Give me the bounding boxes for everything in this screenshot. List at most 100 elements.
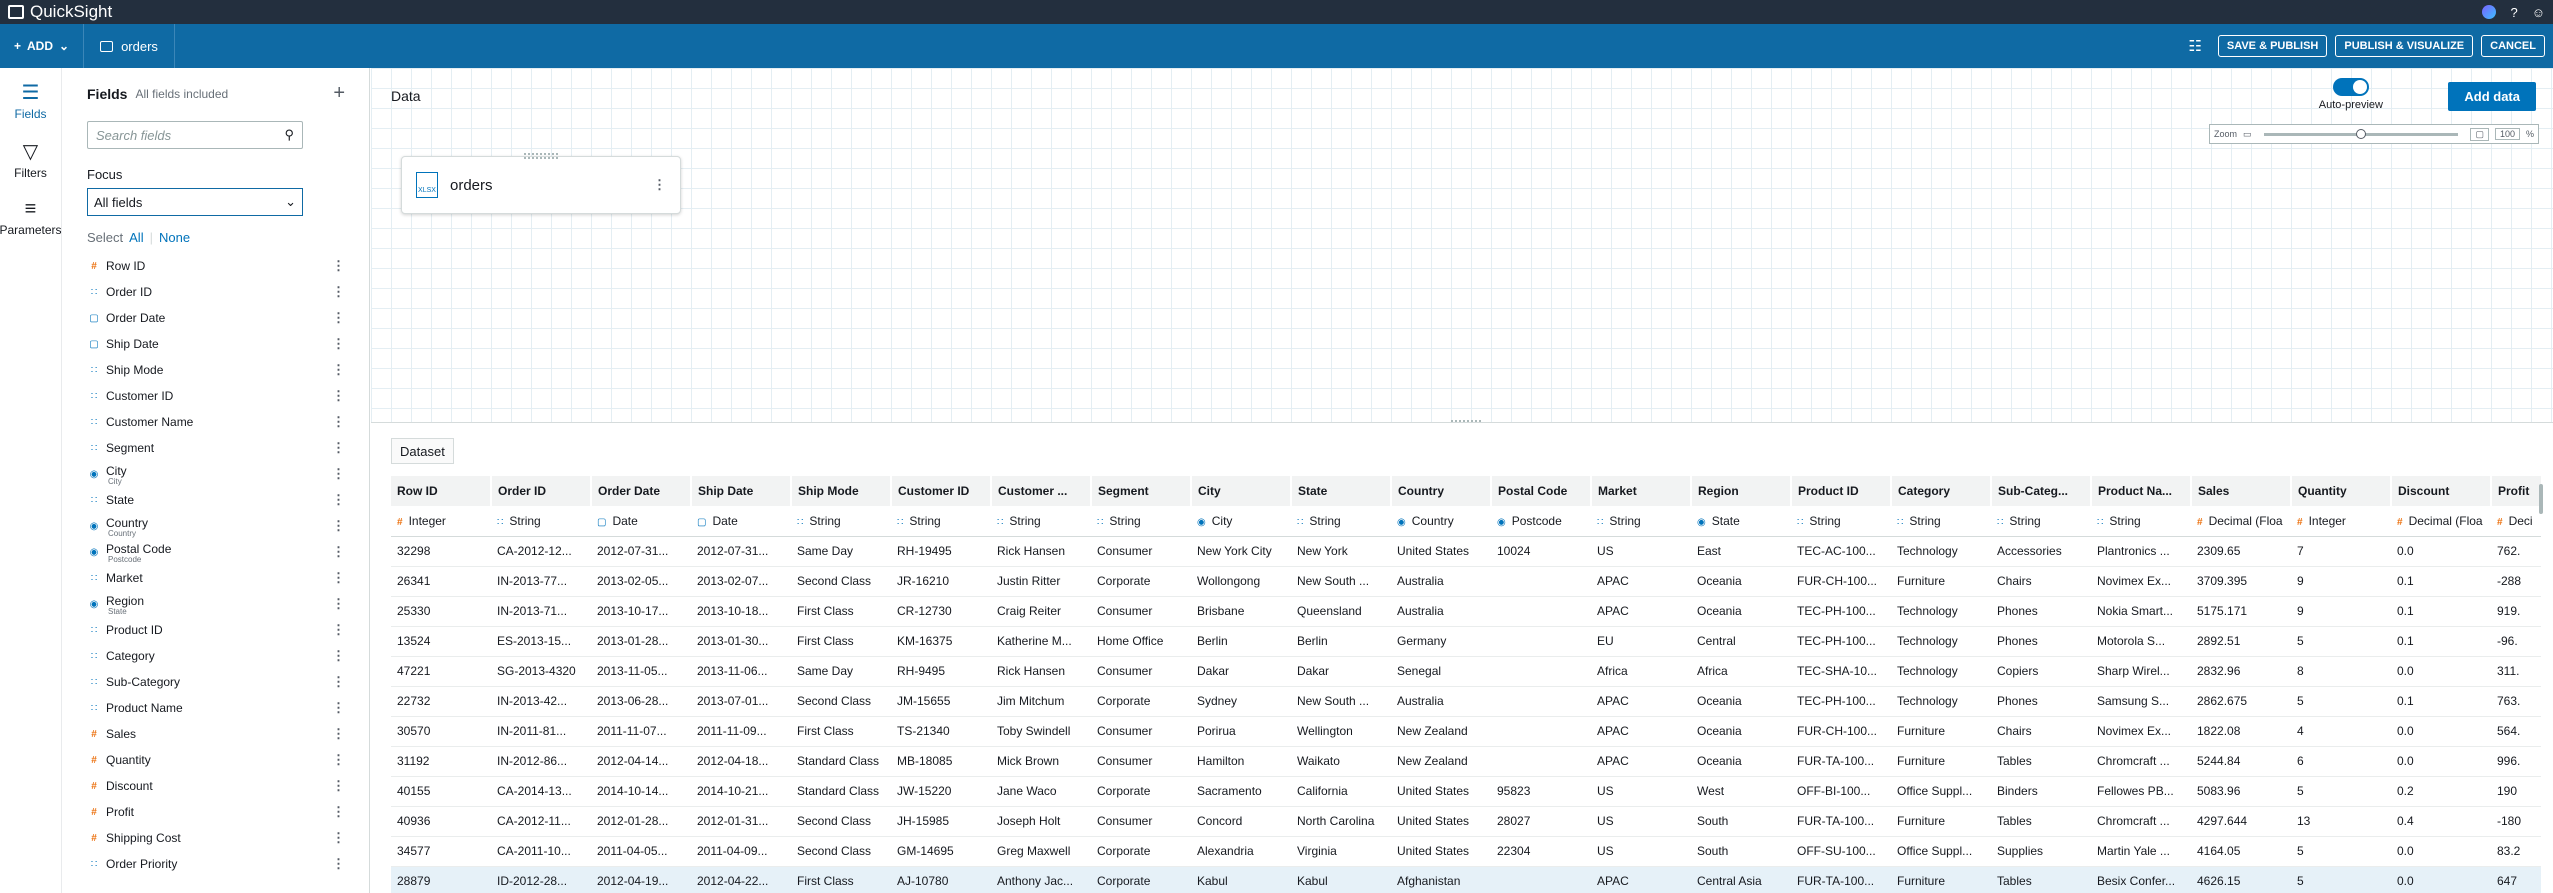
field-options-icon[interactable]: ⋮: [332, 414, 345, 430]
zoom-slider[interactable]: [2263, 128, 2459, 139]
field-options-icon[interactable]: ⋮: [332, 336, 345, 352]
field-options-icon[interactable]: ⋮: [332, 856, 345, 872]
column-type[interactable]: ∷ String: [891, 506, 991, 537]
cancel-button[interactable]: CANCEL: [2481, 35, 2545, 57]
field-options-icon[interactable]: ⋮: [332, 830, 345, 846]
add-data-button[interactable]: Add data: [2448, 82, 2536, 111]
field-options-icon[interactable]: ⋮: [332, 440, 345, 456]
rail-item-parameters[interactable]: ≡ Parameters: [0, 186, 62, 243]
column-type[interactable]: ∷ String: [1091, 506, 1191, 537]
column-header[interactable]: Postal Code: [1491, 476, 1592, 506]
table-row[interactable]: 13524 ES-2013-15... 2013-01-28... 2013-01-3…: [391, 626, 2541, 657]
dataset-name[interactable]: orders: [84, 24, 175, 68]
column-type[interactable]: # Integer: [391, 506, 491, 537]
table-row[interactable]: 34577 CA-2011-10... 2011-04-05... 2011-04-0…: [391, 836, 2541, 867]
column-type[interactable]: ∷ String: [1991, 506, 2091, 537]
field-item[interactable]: ◉ Postal Code Postcode ⋮: [63, 539, 369, 565]
auto-preview-toggle[interactable]: [2332, 78, 2369, 96]
zoom-value[interactable]: 100: [2494, 128, 2520, 140]
app-logo[interactable]: QuickSight: [8, 2, 112, 22]
table-row[interactable]: 40155 CA-2014-13... 2014-10-14... 2014-10-2…: [391, 776, 2541, 807]
column-header[interactable]: Segment: [1091, 476, 1192, 506]
field-options-icon[interactable]: ⋮: [332, 310, 345, 326]
field-options-icon[interactable]: ⋮: [332, 648, 345, 664]
dataset-node[interactable]: XLSX orders ⋮: [401, 153, 681, 214]
table-row[interactable]: 31192 IN-2012-86... 2012-04-14... 2012-04-1…: [391, 746, 2541, 777]
column-type[interactable]: ◉ Postcode: [1491, 506, 1591, 537]
rail-item-filters[interactable]: ▽ Filters: [0, 127, 61, 186]
field-options-icon[interactable]: ⋮: [332, 778, 345, 794]
field-item[interactable]: ∷ Product ID ⋮: [63, 617, 369, 643]
field-options-icon[interactable]: ⋮: [332, 752, 345, 768]
table-row[interactable]: 47221 SG-2013-4320 2013-11-05... 2013-11-06…: [391, 656, 2541, 687]
node-drag-handle[interactable]: [524, 153, 558, 159]
column-header[interactable]: Region: [1691, 476, 1792, 506]
table-row[interactable]: 25330 IN-2013-71... 2013-10-17... 2013-10-1…: [391, 596, 2541, 627]
field-item[interactable]: ∷ Order ID ⋮: [63, 279, 369, 305]
field-options-icon[interactable]: ⋮: [332, 492, 345, 508]
select-all-link[interactable]: All: [129, 230, 143, 245]
select-none-link[interactable]: None: [159, 230, 190, 245]
column-header[interactable]: Product ID: [1791, 476, 1892, 506]
column-header[interactable]: Customer ...: [991, 476, 1092, 506]
field-options-icon[interactable]: ⋮: [332, 622, 345, 638]
column-header[interactable]: Row ID: [391, 476, 492, 506]
auto-preview[interactable]: Auto-preview: [2319, 78, 2383, 111]
table-row[interactable]: 40936 CA-2012-11... 2012-01-28... 2012-01-3…: [391, 806, 2541, 837]
field-item[interactable]: # Discount ⋮: [63, 773, 369, 799]
column-type[interactable]: ◉ State: [1691, 506, 1791, 537]
table-row[interactable]: 28879 ID-2012-28... 2012-04-19... 2012-04-2…: [391, 866, 2541, 893]
column-header[interactable]: State: [1291, 476, 1392, 506]
field-item[interactable]: ▢ Order Date ⋮: [63, 305, 369, 331]
user-icon[interactable]: ☺: [2532, 5, 2545, 20]
field-item[interactable]: ∷ Market ⋮: [63, 565, 369, 591]
column-header[interactable]: Country: [1391, 476, 1492, 506]
column-header[interactable]: Order Date: [591, 476, 692, 506]
field-item[interactable]: ∷ State ⋮: [63, 487, 369, 513]
column-type[interactable]: ◉ City: [1191, 506, 1291, 537]
column-header[interactable]: City: [1191, 476, 1292, 506]
column-type[interactable]: ∷ String: [1791, 506, 1891, 537]
column-type[interactable]: ∷ String: [1891, 506, 1991, 537]
field-item[interactable]: ◉ City City ⋮: [63, 461, 369, 487]
column-header[interactable]: Profit: [2491, 476, 2541, 506]
tab-dataset[interactable]: Dataset: [391, 438, 454, 464]
column-type[interactable]: ◉ Country: [1391, 506, 1491, 537]
column-header[interactable]: Market: [1591, 476, 1692, 506]
zoom-fit-icon[interactable]: ▭: [2243, 129, 2252, 140]
publish-visualize-button[interactable]: PUBLISH & VISUALIZE: [2335, 35, 2474, 57]
field-item[interactable]: ∷ Ship Mode ⋮: [63, 357, 369, 383]
column-type[interactable]: ∷ String: [491, 506, 591, 537]
column-header[interactable]: Sub-Categ...: [1991, 476, 2092, 506]
field-item[interactable]: # Row ID ⋮: [63, 253, 369, 279]
column-header[interactable]: Category: [1891, 476, 1992, 506]
column-type[interactable]: ∷ String: [1591, 506, 1691, 537]
add-field-icon[interactable]: +: [333, 82, 345, 105]
zoom-reset-icon[interactable]: ▢: [2470, 127, 2489, 141]
column-type[interactable]: ▢ Date: [591, 506, 691, 537]
rail-item-fields[interactable]: ☰ Fields: [0, 68, 61, 127]
column-header[interactable]: Product Na...: [2091, 476, 2192, 506]
vertical-scrollbar[interactable]: [2539, 484, 2543, 514]
settings-sliders-icon[interactable]: ☷: [2188, 37, 2201, 55]
column-type[interactable]: ▢ Date: [691, 506, 791, 537]
save-publish-button[interactable]: SAVE & PUBLISH: [2217, 35, 2328, 57]
field-options-icon[interactable]: ⋮: [332, 518, 345, 534]
column-type[interactable]: # Decimal (Floa: [2391, 506, 2491, 537]
column-type[interactable]: # Integer: [2291, 506, 2391, 537]
field-options-icon[interactable]: ⋮: [332, 362, 345, 378]
data-canvas[interactable]: Data Auto-preview Add data Zoom ▭ ▢ 100 …: [371, 68, 2553, 426]
field-options-icon[interactable]: ⋮: [332, 284, 345, 300]
column-header[interactable]: Ship Mode: [791, 476, 892, 506]
column-type[interactable]: ∷ String: [991, 506, 1091, 537]
field-item[interactable]: ∷ Segment ⋮: [63, 435, 369, 461]
field-options-icon[interactable]: ⋮: [332, 700, 345, 716]
table-row[interactable]: 32298 CA-2012-12... 2012-07-31... 2012-07-3…: [391, 536, 2541, 567]
column-type[interactable]: ∷ String: [2091, 506, 2191, 537]
column-type[interactable]: # Decimal (Floa: [2191, 506, 2291, 537]
table-row[interactable]: 26341 IN-2013-77... 2013-02-05... 2013-02-0…: [391, 566, 2541, 597]
column-type[interactable]: ∷ String: [791, 506, 891, 537]
table-row[interactable]: 22732 IN-2013-42... 2013-06-28... 2013-07-0…: [391, 686, 2541, 717]
field-options-icon[interactable]: ⋮: [332, 388, 345, 404]
field-item[interactable]: ∷ Customer ID ⋮: [63, 383, 369, 409]
